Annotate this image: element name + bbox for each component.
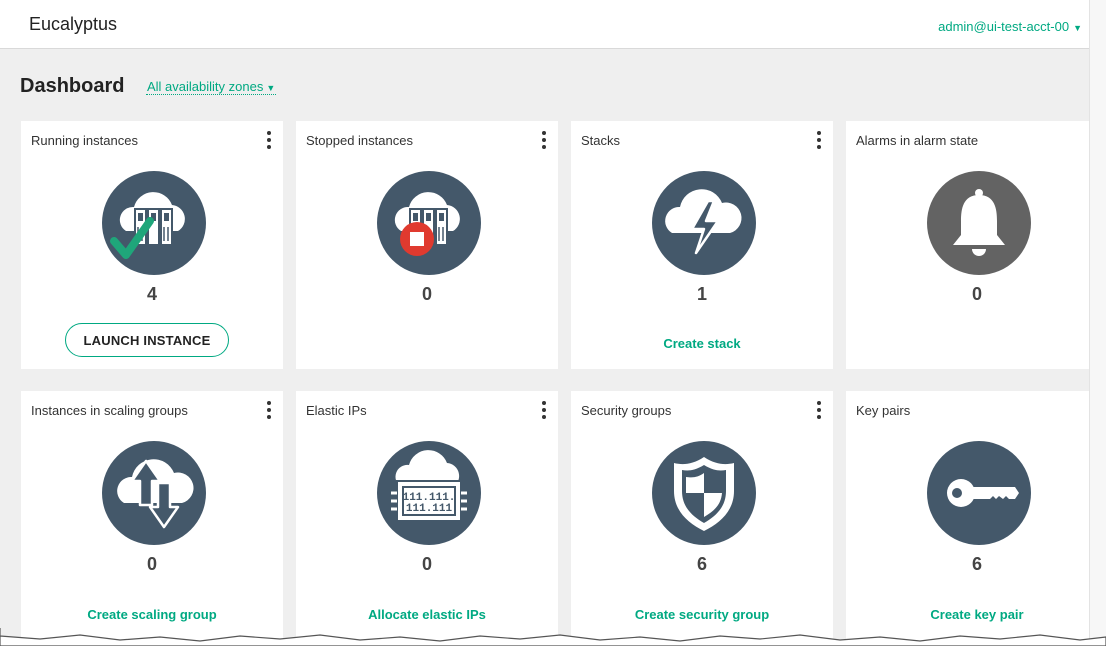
page-title: Dashboard [20,75,125,97]
zone-filter-label: All availability zones [147,79,264,94]
create-scaling-group-link[interactable]: Create scaling group [21,607,283,622]
card-security-groups: Security groups 6 Create security group [571,391,833,646]
top-bar: Eucalyptus admin@ui-test-acct-00 ▼ [0,0,1090,49]
alarm-bell-icon [927,171,1031,275]
create-security-group-link[interactable]: Create security group [571,607,833,622]
card-title: Security groups [581,403,672,418]
card-title: Running instances [31,133,138,148]
torn-edge [0,628,1106,646]
dashboard-area: Dashboard All availability zones ▼ Runnin… [0,49,1106,646]
card-key-pairs: Key pairs 6 Create key pair [846,391,1106,646]
key-icon [927,441,1031,545]
scaling-group-icon [102,441,206,545]
card-title: Stopped instances [306,133,413,148]
security-groups-count: 6 [696,554,707,574]
allocate-elastic-ips-link[interactable]: Allocate elastic IPs [296,607,558,622]
stopped-instances-count: 0 [421,284,432,304]
key-pairs-count: 6 [971,554,982,574]
card-scaling-groups: Instances in scaling groups 0 Create sca… [21,391,283,646]
stacks-count: 1 [696,284,707,304]
create-key-pair-link[interactable]: Create key pair [846,607,1106,622]
card-menu-icon[interactable] [813,129,825,151]
card-title: Instances in scaling groups [31,403,188,418]
running-instances-icon [102,171,206,275]
scaling-groups-count: 0 [146,554,157,574]
card-running-instances: Running instances 4 LAUNCH INSTANCE [21,121,283,369]
card-title: Elastic IPs [306,403,367,418]
shield-icon [652,441,756,545]
card-title: Key pairs [856,403,911,418]
app-brand[interactable]: Eucalyptus [29,14,117,35]
ip-icon-text-line-2: 111.111 [406,503,453,515]
card-menu-icon[interactable] [538,129,550,151]
elastic-ip-icon: 111.111. 111.111 [377,441,481,545]
card-stopped-instances: Stopped instances 0 [296,121,558,369]
card-title: Alarms in alarm state [856,133,979,148]
chevron-down-icon: ▼ [1073,23,1082,33]
elastic-ips-count: 0 [421,554,432,574]
card-menu-icon[interactable] [538,399,550,421]
create-stack-link[interactable]: Create stack [571,336,833,351]
card-alarms: Alarms in alarm state 0 [846,121,1106,369]
card-stacks: Stacks 1 Create stack [571,121,833,369]
card-menu-icon[interactable] [263,129,275,151]
availability-zone-dropdown[interactable]: All availability zones ▼ [146,79,277,95]
stopped-instances-icon [377,171,481,275]
alarms-count: 0 [971,284,982,304]
chevron-down-icon: ▼ [266,83,276,93]
card-title: Stacks [581,133,621,148]
launch-instance-button[interactable]: LAUNCH INSTANCE [65,323,229,357]
right-edge [1089,0,1106,646]
user-name: admin@ui-test-acct-00 [938,19,1070,34]
stacks-icon [652,171,756,275]
running-instances-count: 4 [146,284,157,304]
user-menu[interactable]: admin@ui-test-acct-00 ▼ [938,19,1082,34]
card-menu-icon[interactable] [813,399,825,421]
card-menu-icon[interactable] [263,399,275,421]
card-elastic-ips: Elastic IPs 111.111. 111.111 0 Allocate … [296,391,558,646]
